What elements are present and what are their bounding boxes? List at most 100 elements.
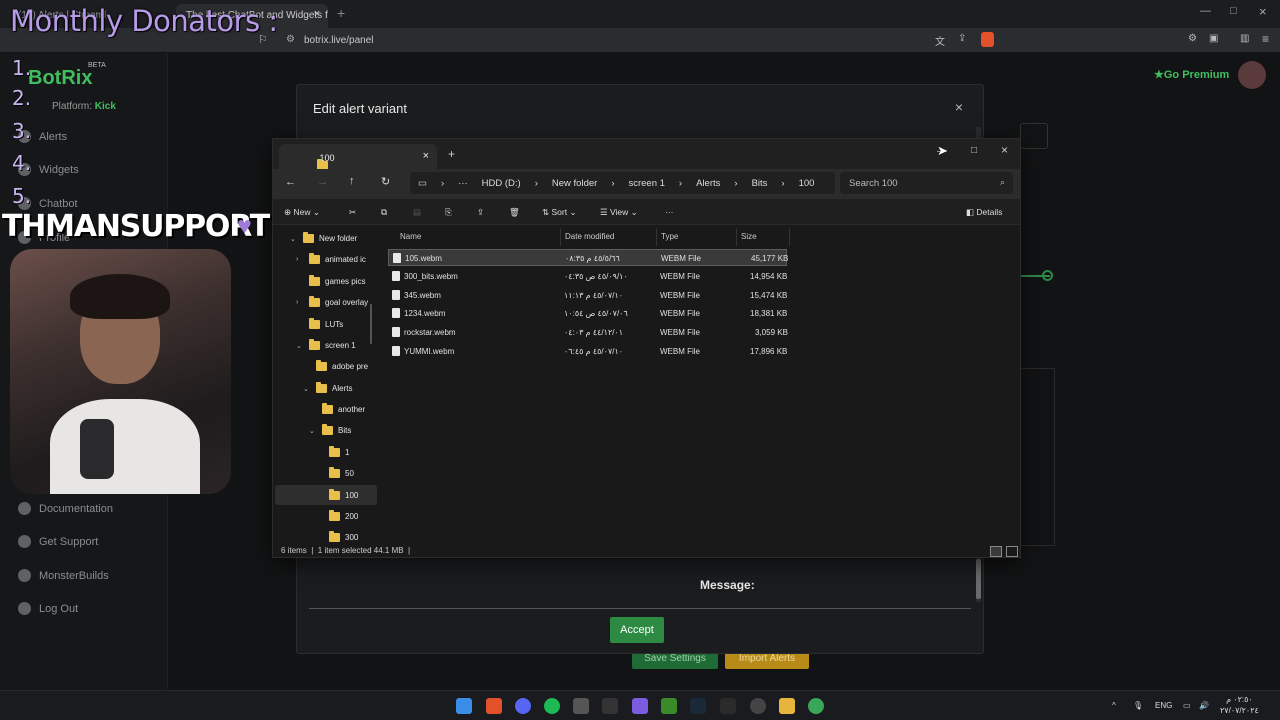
tree-item[interactable]: LUTs [296,318,343,329]
column-header-date[interactable]: Date modified [565,232,614,241]
message-input[interactable] [309,608,971,609]
epic-games-icon[interactable] [720,698,736,714]
volume-icon[interactable]: 🔊 [1199,701,1209,710]
brave-icon[interactable] [486,698,502,714]
delete-icon[interactable]: 🗑 [509,207,520,218]
breadcrumb-bits[interactable]: Bits [752,178,768,189]
close-window-icon[interactable]: × [1259,4,1267,19]
breadcrumb-screen1[interactable]: screen 1 [628,178,664,189]
file-row[interactable]: 1234.webm ٤٥/٠٧/٠٦ ص ١٠:٥٤ WEBM File 18,… [388,305,787,322]
chevron-icon[interactable]: ⌄ [303,385,311,393]
tree-item[interactable]: ⌄ Bits [309,424,351,435]
file-row[interactable]: 300_bits.webm ٤٥/٠٩/١٠ ص ٠٤:٣٥ WEBM File… [388,268,787,285]
go-premium-link[interactable]: ★Go Premium [1154,68,1229,81]
chevron-icon[interactable]: › [296,256,304,263]
wallet-icon[interactable]: ▣ [1209,33,1218,44]
dropdown-stub[interactable] [1020,123,1048,149]
obs-icon[interactable] [750,698,766,714]
start-icon[interactable] [456,698,472,714]
avatar[interactable] [1238,61,1266,89]
nvidia-icon[interactable] [661,698,677,714]
sort-button[interactable]: ⇅ Sort ⌄ [542,207,577,218]
steam-icon[interactable] [690,698,706,714]
new-tab-icon[interactable]: + [448,147,455,161]
chevron-icon[interactable]: ⌄ [309,427,317,435]
new-button[interactable]: ⊕ New ⌄ [284,207,320,218]
discord-icon[interactable] [515,698,531,714]
paste-icon[interactable]: ▤ [413,207,421,218]
breadcrumb-100[interactable]: 100 [799,178,815,189]
sidebar-item-monsterbuilds[interactable]: MonsterBuilds [18,569,109,582]
column-header-size[interactable]: Size [741,232,757,241]
column-header-type[interactable]: Type [661,232,678,241]
tree-item[interactable]: ⌄ screen 1 [296,339,356,350]
view-button[interactable]: ☰ View ⌄ [600,207,638,218]
close-icon[interactable]: × [955,99,963,115]
more-options-icon[interactable]: ··· [665,207,674,217]
refresh-icon[interactable]: ↻ [381,175,390,188]
sidebar-item-logout[interactable]: Log Out [18,602,78,615]
sidebar-item-documentation[interactable]: Documentation [18,502,113,515]
column-separator[interactable] [560,228,561,246]
sidebar-item-support[interactable]: Get Support [18,535,98,548]
editor-icon[interactable] [632,698,648,714]
tree-item[interactable]: 100 [316,489,358,500]
menu-icon[interactable]: ≡ [1262,32,1269,46]
tree-item[interactable]: 200 [316,510,358,521]
app-logo[interactable]: BotRix [28,67,92,90]
cut-icon[interactable]: ✂ [349,207,356,218]
tiles-view-icon[interactable] [1006,546,1018,557]
chrome-icon[interactable] [808,698,824,714]
tree-item[interactable]: games pics [296,275,365,286]
breadcrumb[interactable]: ▭ › ··· HDD (D:) › New folder › screen 1… [410,172,835,194]
column-separator[interactable] [656,228,657,246]
minimize-icon[interactable]: — [1200,5,1211,17]
spotify-icon[interactable] [544,698,560,714]
column-header-name[interactable]: Name [400,232,421,241]
chevron-icon[interactable]: ⌄ [290,235,298,243]
close-tab-icon[interactable]: × [423,150,429,162]
details-view-icon[interactable] [990,546,1002,557]
copy-icon[interactable]: ⧉ [381,207,387,218]
mic-icon[interactable]: 🎙 [1133,701,1143,710]
tree-scrollbar[interactable] [370,304,372,344]
explorer-tab[interactable]: 100 × [279,144,437,170]
tree-item[interactable]: another [309,403,365,414]
details-button[interactable]: ◧ Details [966,207,1002,218]
file-explorer-icon[interactable] [779,698,795,714]
chevron-icon[interactable]: › [296,299,304,306]
back-icon[interactable]: ← [285,176,296,188]
forward-icon[interactable]: → [317,176,328,188]
maximize-icon[interactable]: □ [1230,5,1237,17]
extensions-icon[interactable]: ⚙ [1188,33,1197,44]
tree-item[interactable]: ⌄ New folder [290,232,357,243]
clock[interactable]: ٠٢:٥٠ م ٢٧/٠٧/٢٠٢٤ [1220,694,1259,716]
maximize-icon[interactable]: □ [971,145,977,156]
close-window-icon[interactable]: × [1001,143,1008,157]
network-icon[interactable]: ▭ [1183,701,1191,710]
site-info-icon[interactable]: ⚙ [286,34,295,45]
file-row[interactable]: 105.webm ٤٥/٥/٦٦ م ٠٨:٣٥ WEBM File 45,17… [388,249,788,266]
tree-item[interactable]: adobe pre [303,360,368,371]
tray-expand-icon[interactable]: ^ [1112,701,1116,710]
file-row[interactable]: YUMMI.webm ٤٥/٠٧/١٠ م ٠٦:٤٥ WEBM File 17… [388,343,787,360]
tree-item[interactable]: 50 [316,467,354,478]
app-icon[interactable] [602,698,618,714]
column-separator[interactable] [789,228,790,246]
brave-shield-icon[interactable] [981,32,994,47]
tree-item[interactable]: › animated ic [296,253,366,264]
breadcrumb-drive[interactable]: HDD (D:) [482,178,521,189]
rename-icon[interactable]: ⎘ [445,207,452,218]
close-tab-icon[interactable]: × [314,8,320,20]
tree-item[interactable]: 1 [316,446,349,457]
tree-item[interactable]: ⌄ Alerts [303,382,352,393]
tree-item[interactable]: 300 [316,531,358,542]
slider-handle[interactable] [1042,270,1053,281]
file-row[interactable]: 345.webm ٤٥/٠٧/١٠ م ١١:١٣ WEBM File 15,4… [388,287,787,304]
language-indicator[interactable]: ENG [1155,701,1172,710]
share-icon[interactable]: ⇪ [958,33,966,44]
translate-icon[interactable]: 文 [935,33,945,48]
capcut-icon[interactable] [573,698,589,714]
chevron-icon[interactable]: ⌄ [296,342,304,350]
url-field[interactable]: ⚙ botrix.live/panel [278,31,998,51]
